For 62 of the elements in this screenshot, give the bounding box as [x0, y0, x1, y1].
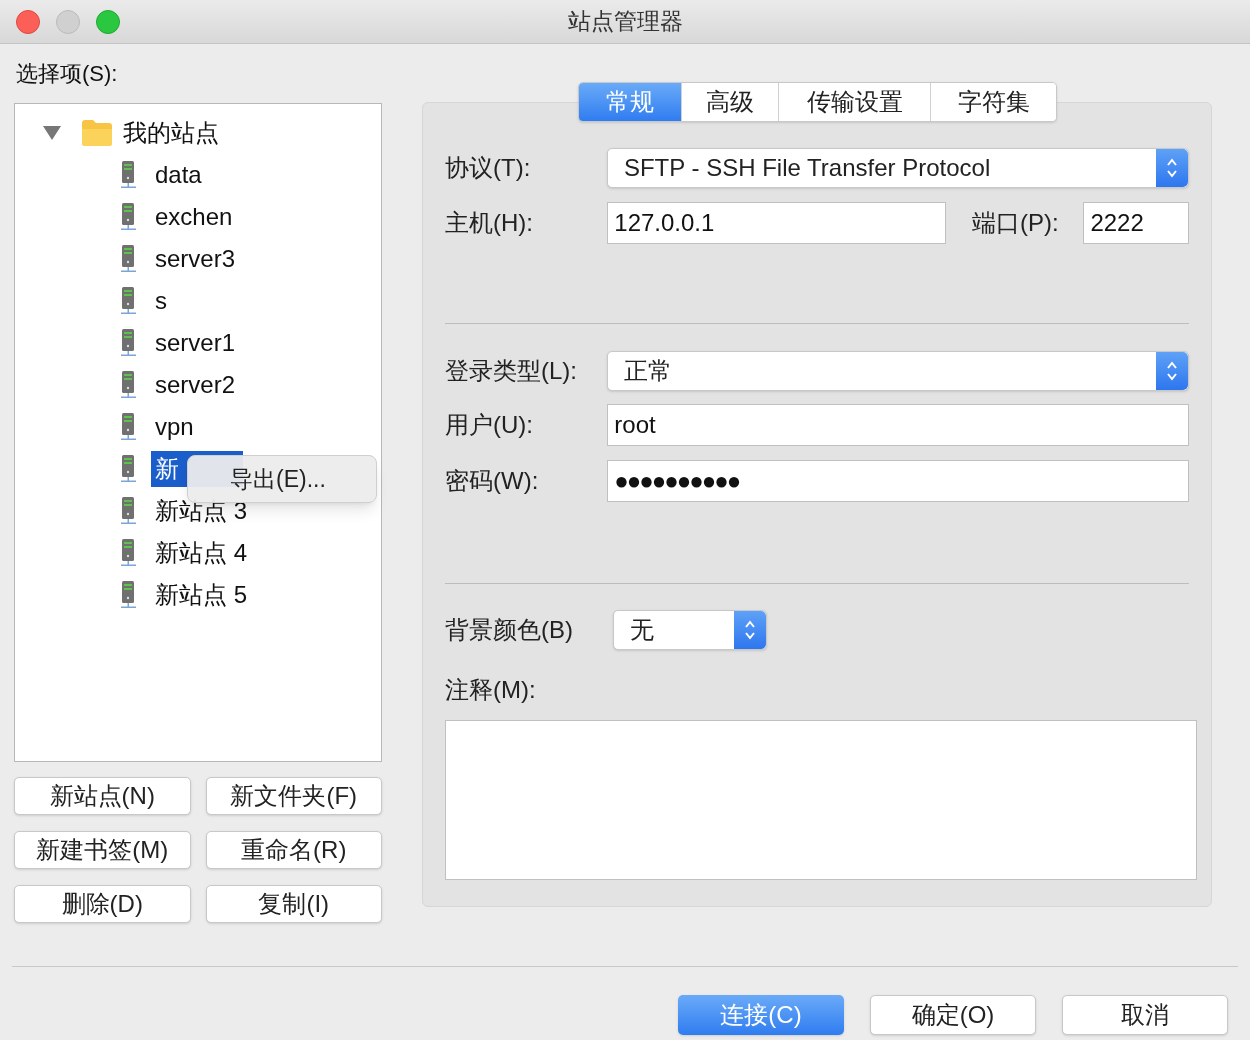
server-icon	[120, 581, 137, 609]
server-icon	[120, 203, 137, 231]
site-button[interactable]: 删除(D)	[14, 885, 191, 923]
tree-item[interactable]: server3	[151, 241, 240, 277]
tree-item[interactable]: server1	[151, 325, 240, 361]
field-label: 端口(P):	[971, 208, 1060, 238]
popup-value: SFTP - SSH File Transfer Protocol	[622, 153, 992, 183]
field-label: 用户(U):	[445, 410, 534, 440]
chevrons-icon	[1166, 360, 1178, 382]
server-icon	[120, 287, 137, 315]
site-button[interactable]: 新文件夹(F)	[205, 777, 382, 815]
popup-value: 无	[629, 615, 655, 645]
tree-item[interactable]: vpn	[151, 409, 198, 445]
server-icon	[120, 539, 137, 567]
server-icon	[120, 497, 137, 525]
tree-item[interactable]: server2	[151, 367, 240, 403]
background-color-dropdown[interactable]: 无	[613, 610, 767, 650]
password-field[interactable]: ●●●●●●●●●●	[607, 460, 1189, 502]
port-field[interactable]: 2222	[1083, 202, 1189, 244]
tree-item[interactable]: 新站点 4	[151, 535, 251, 571]
site-button[interactable]: 新站点(N)	[14, 777, 191, 815]
server-icon	[120, 161, 137, 189]
close-button[interactable]	[16, 10, 40, 34]
field-label: 注释(M):	[445, 675, 537, 705]
zoom-button[interactable]	[96, 10, 120, 34]
site-button[interactable]: 复制(I)	[205, 885, 382, 923]
comment-field[interactable]	[445, 720, 1197, 880]
tree-item[interactable]: data	[151, 157, 206, 193]
site-button[interactable]: 新建书签(M)	[14, 831, 191, 869]
export-menu-item[interactable]: 导出(E)...	[188, 458, 376, 500]
tab[interactable]: 高级	[681, 83, 778, 121]
field-label: 主机(H):	[445, 208, 534, 238]
tree-item[interactable]: s	[151, 283, 171, 319]
field-label: 登录类型(L):	[445, 356, 578, 386]
chevrons-icon	[744, 619, 756, 641]
server-icon	[120, 413, 137, 441]
protocol-dropdown[interactable]: SFTP - SSH File Transfer Protocol	[606, 148, 1189, 188]
tab[interactable]: 传输设置	[778, 83, 930, 121]
folder-icon	[82, 120, 112, 146]
dialog-button[interactable]: 确定(O)	[870, 995, 1036, 1035]
host-field[interactable]: 127.0.0.1	[607, 202, 946, 244]
tree-item[interactable]: exchen	[151, 199, 237, 235]
disclosure-triangle-icon[interactable]	[43, 126, 61, 140]
server-icon	[120, 455, 137, 483]
popup-value: 正常	[622, 356, 673, 386]
logon-type-dropdown[interactable]: 正常	[606, 351, 1189, 391]
window-title: 站点管理器	[567, 7, 683, 37]
tab[interactable]: 字符集	[930, 83, 1056, 121]
dialog-button[interactable]: 取消	[1062, 995, 1228, 1035]
field-label: 协议(T):	[445, 153, 532, 183]
field-label: 密码(W):	[445, 466, 540, 496]
tree-label: 选择项(S):	[16, 60, 118, 88]
server-icon	[120, 329, 137, 357]
server-icon	[120, 371, 137, 399]
chevrons-icon	[1166, 157, 1178, 179]
site-button[interactable]: 重命名(R)	[205, 831, 382, 869]
field-label: 背景颜色(B)	[445, 615, 574, 645]
server-icon	[120, 245, 137, 273]
tree-item[interactable]: 新站点 5	[151, 577, 251, 613]
user-field[interactable]: root	[607, 404, 1189, 446]
minimize-button[interactable]	[56, 10, 80, 34]
tree-item[interactable]: 我的站点	[123, 115, 219, 151]
